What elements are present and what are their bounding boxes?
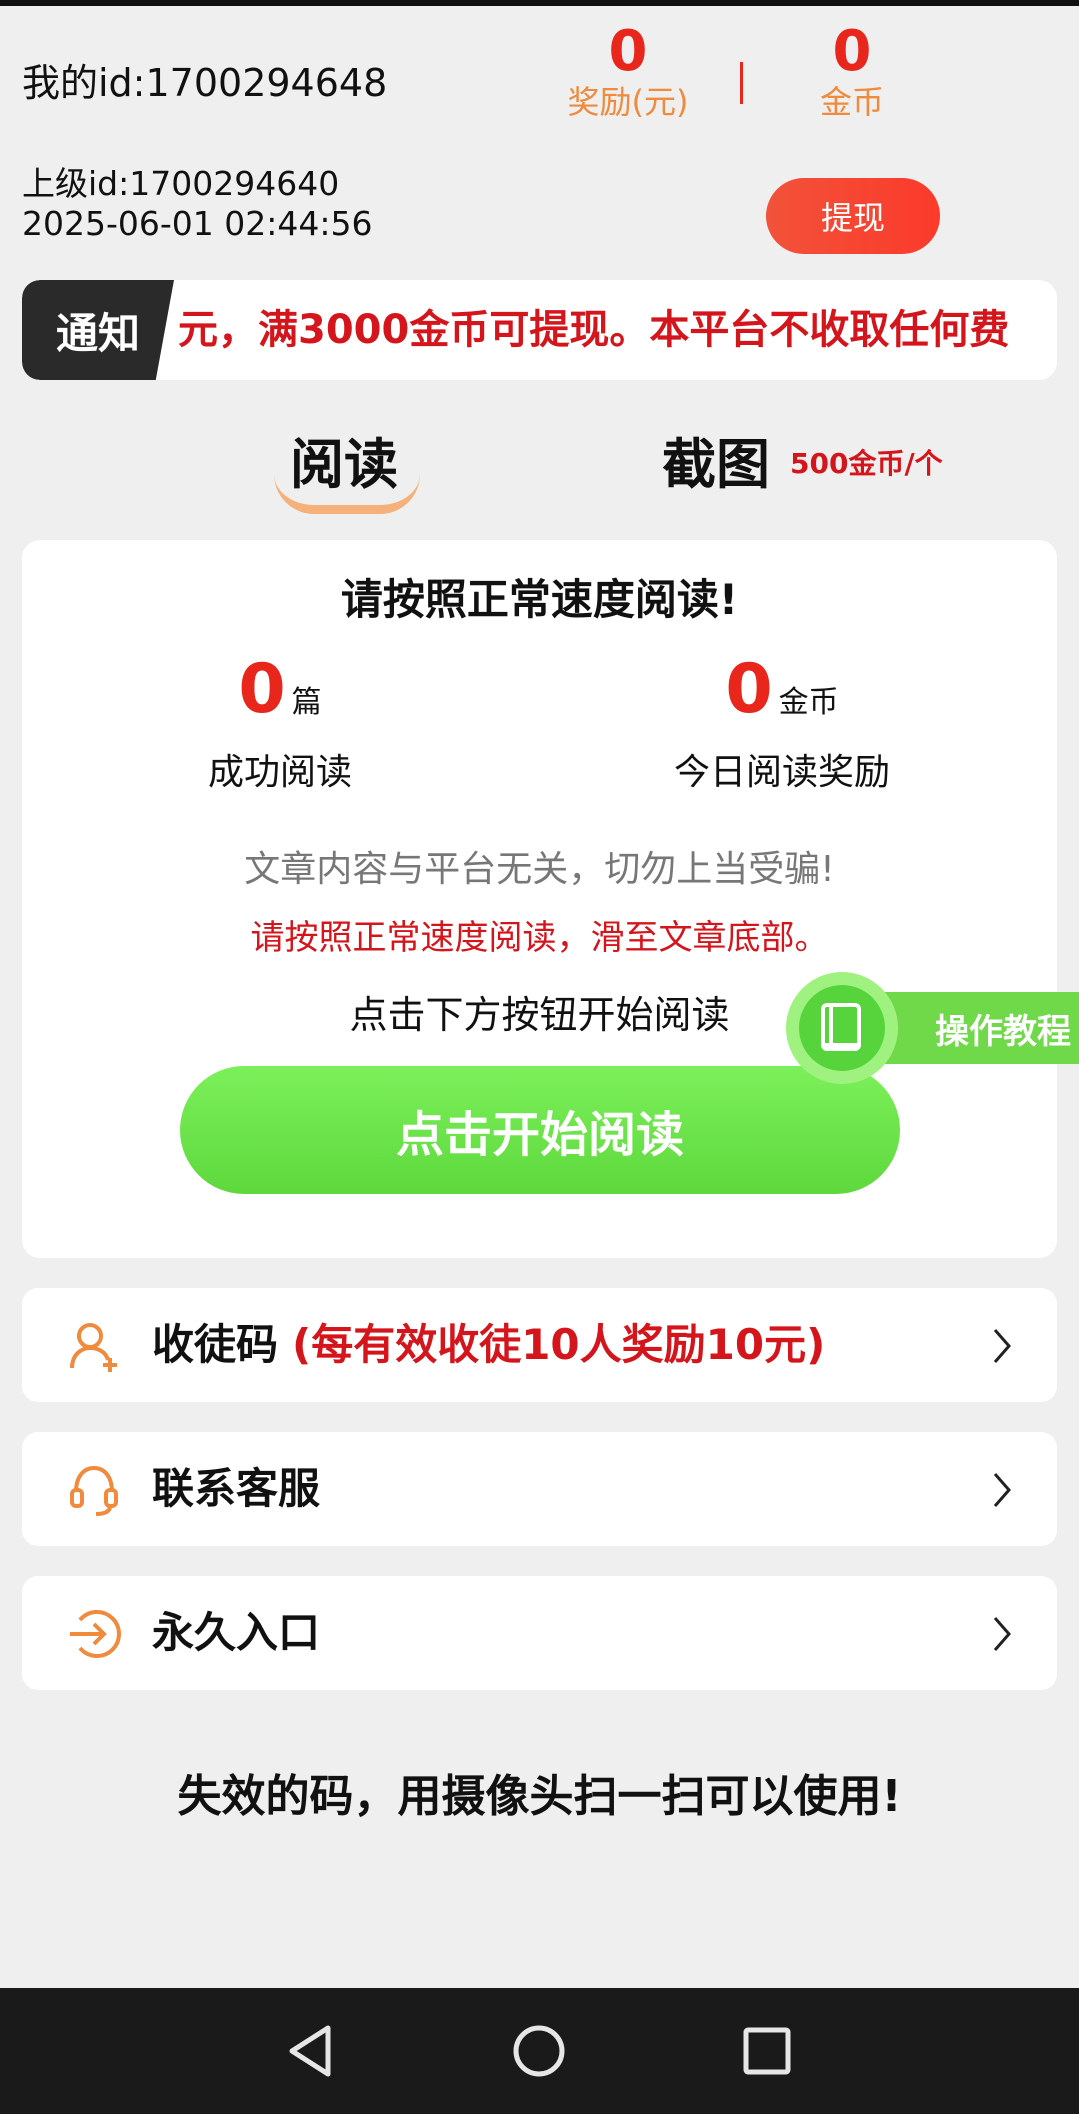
enter-icon bbox=[70, 1610, 121, 1658]
articles-metric: 0篇 成功阅读 bbox=[130, 650, 430, 795]
coins-label: 金币 bbox=[819, 83, 884, 121]
reward-value: 0 bbox=[608, 19, 648, 84]
customer-service-label: 联系客服 bbox=[152, 1464, 321, 1513]
back-icon[interactable] bbox=[278, 2018, 344, 2084]
expired-code-message: 失效的码，用摄像头扫一扫可以使用! bbox=[177, 1771, 902, 1822]
book-icon bbox=[821, 1003, 861, 1051]
home-icon[interactable] bbox=[506, 2018, 572, 2084]
screenshot-price: 500金币/个 bbox=[790, 447, 943, 480]
chevron-right-icon bbox=[993, 1473, 1011, 1507]
chevron-right-icon bbox=[993, 1617, 1011, 1651]
permanent-entry-label: 永久入口 bbox=[152, 1608, 321, 1657]
today-coins-metric: 0 金币 今日阅读奖励 bbox=[632, 650, 932, 795]
notice-scroll: 元，满3000金币可提现。本平台不收取任何费 bbox=[178, 280, 1048, 380]
invite-code-note: (每有效收徒10人奖励10元) bbox=[292, 1320, 826, 1369]
tutorial-icon-bg bbox=[799, 985, 885, 1071]
articles-unit: 篇 bbox=[291, 685, 322, 720]
today-coins-unit: 金币 bbox=[778, 685, 839, 720]
user-add-icon bbox=[70, 1323, 117, 1372]
superior-info: 上级id:1700294640 2025-06-01 02:44:56 bbox=[22, 164, 372, 244]
reward-label: 奖励(元) bbox=[567, 83, 689, 121]
status-bar bbox=[0, 0, 1079, 6]
articles-caption: 成功阅读 bbox=[207, 752, 352, 793]
notice-tag: 通知 bbox=[22, 280, 174, 380]
page: 我的id:1700294648 上级id:1700294640 2025-06-… bbox=[0, 0, 1079, 2114]
headset-icon bbox=[70, 1465, 118, 1516]
reward-stat: 0 奖励(元) bbox=[548, 22, 708, 122]
read-speed-warning: 请按照正常速度阅读，滑至文章底部。 bbox=[250, 918, 829, 958]
tutorial-button[interactable]: 操作教程 bbox=[786, 972, 1079, 1084]
invite-code-row[interactable]: 收徒码 (每有效收徒10人奖励10元) bbox=[22, 1288, 1057, 1402]
recent-apps-icon[interactable] bbox=[734, 2018, 800, 2084]
customer-service-row[interactable]: 联系客服 bbox=[22, 1432, 1057, 1546]
notice-bar: 元，满3000金币可提现。本平台不收取任何费 通知 bbox=[22, 280, 1057, 380]
withdraw-button[interactable]: 提现 bbox=[766, 178, 940, 254]
scam-warning: 文章内容与平台无关，切勿上当受骗! bbox=[244, 849, 835, 890]
navigation-bar bbox=[0, 1988, 1079, 2114]
read-card: 请按照正常速度阅读! 0篇 成功阅读 0 金币 今日阅读奖励 文章内容与平台无关，… bbox=[22, 540, 1057, 1258]
stat-divider bbox=[740, 62, 743, 104]
today-coins-caption: 今日阅读奖励 bbox=[673, 752, 890, 793]
superior-id: 上级id:1700294640 bbox=[22, 164, 340, 203]
invite-code-label: 收徒码 (每有效收徒10人奖励10元) bbox=[152, 1288, 825, 1402]
chevron-right-icon bbox=[993, 1329, 1011, 1363]
invite-code-title: 收徒码 bbox=[152, 1320, 279, 1369]
my-id: 我的id:1700294648 bbox=[22, 61, 388, 105]
coins-stat: 0 金币 bbox=[772, 22, 932, 122]
today-coins-value: 0 bbox=[725, 650, 773, 729]
tab-screenshot[interactable]: 截图 bbox=[662, 420, 770, 499]
tutorial-icon-wrap bbox=[786, 972, 898, 1084]
card-title: 请按照正常速度阅读! bbox=[340, 575, 739, 624]
permanent-entry-row[interactable]: 永久入口 bbox=[22, 1576, 1057, 1690]
notice-text: 元，满3000金币可提现。本平台不收取任何费 bbox=[178, 307, 1010, 353]
coins-value: 0 bbox=[832, 19, 872, 84]
tab-read[interactable]: 阅读 bbox=[290, 420, 398, 499]
start-reading-button[interactable]: 点击开始阅读 bbox=[180, 1066, 900, 1194]
timestamp: 2025-06-01 02:44:56 bbox=[22, 204, 373, 243]
articles-value: 0 bbox=[238, 650, 286, 729]
